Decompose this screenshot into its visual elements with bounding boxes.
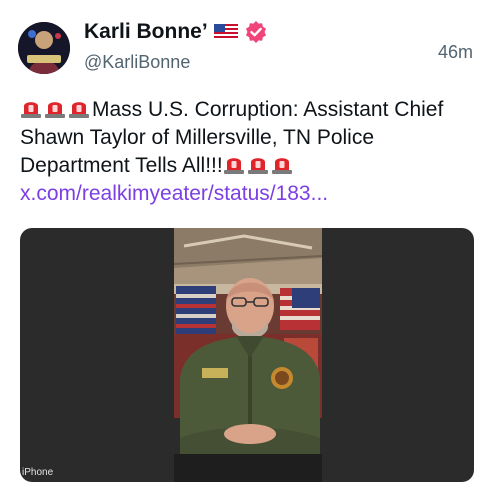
video-frame (174, 228, 322, 482)
siren-icon (247, 154, 269, 174)
siren-icon (44, 98, 66, 118)
verified-badge-icon (244, 20, 268, 44)
siren-icon (271, 154, 293, 174)
siren-icon (223, 154, 245, 174)
us-flag-icon (213, 24, 238, 40)
post-timestamp[interactable]: 46m (438, 42, 473, 63)
siren-icon (68, 98, 90, 118)
user-handle[interactable]: @KarliBonne (84, 52, 190, 73)
media-caption: iPhone (22, 467, 54, 478)
avatar[interactable] (18, 22, 70, 74)
video-media[interactable]: iPhone (20, 228, 474, 482)
post-link[interactable]: x.com/realkimyeater/status/183... (20, 182, 328, 205)
post-text: Mass U.S. Corruption: Assistant Chief Sh… (20, 96, 475, 208)
siren-icon (20, 98, 42, 118)
post-card[interactable]: Karli Bonne’ @KarliBonne 46m Mass U.S. C… (0, 0, 493, 500)
display-name[interactable]: Karli Bonne’ (84, 20, 208, 44)
